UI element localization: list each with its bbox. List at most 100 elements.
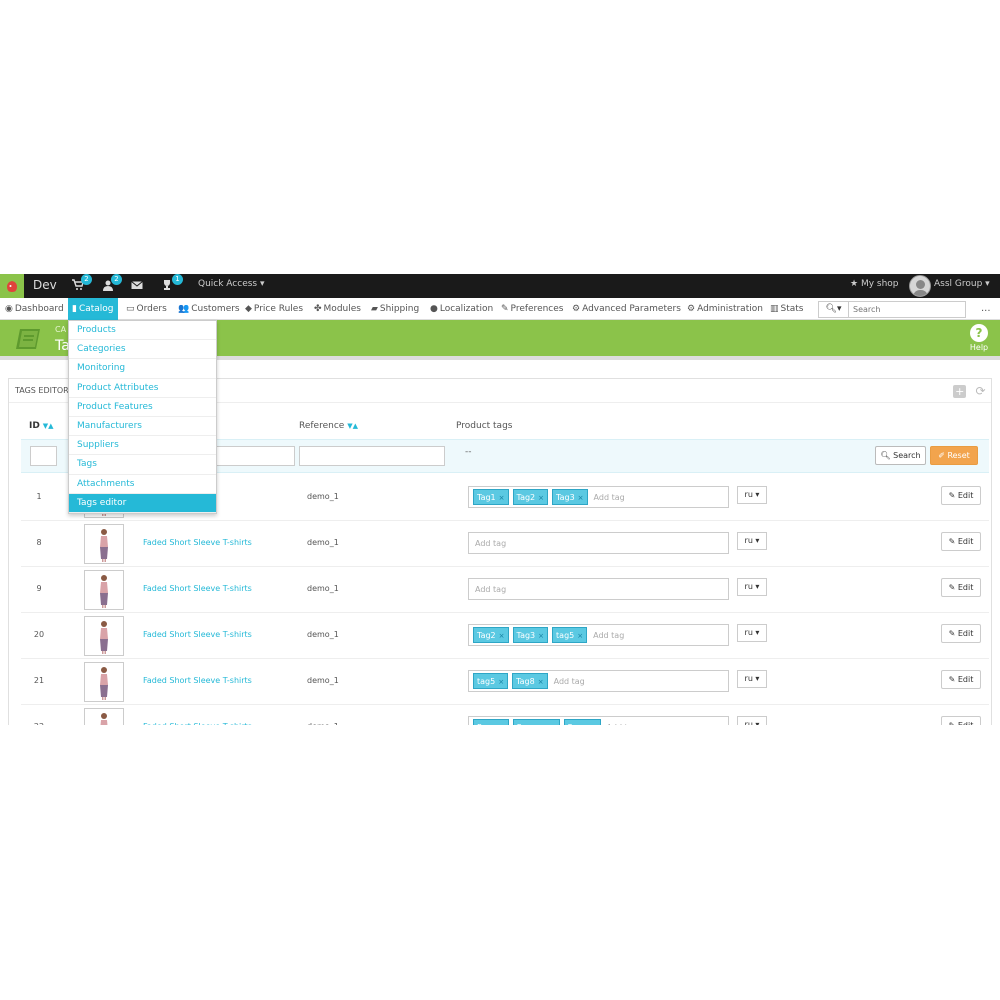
nav-item-dashboard[interactable]: ◉ Dashboard bbox=[5, 298, 64, 320]
product-thumbnail[interactable] bbox=[84, 524, 124, 564]
remove-tag-icon[interactable]: × bbox=[538, 632, 544, 640]
menu-item-tags[interactable]: Tags bbox=[69, 455, 216, 475]
remove-tag-icon[interactable]: × bbox=[498, 678, 504, 686]
product-thumbnail[interactable] bbox=[84, 570, 124, 610]
remove-tag-icon[interactable]: × bbox=[499, 724, 505, 725]
tags-input[interactable]: Tag2 × Tag3 × tag5 × Add tag bbox=[468, 624, 729, 646]
menu-item-attachments[interactable]: Attachments bbox=[69, 475, 216, 494]
add-tag-placeholder[interactable]: Add tag bbox=[554, 677, 585, 686]
remove-tag-icon[interactable]: × bbox=[499, 494, 505, 502]
product-thumbnail[interactable] bbox=[84, 708, 124, 725]
product-reference: demo_1 bbox=[307, 492, 339, 501]
tags-input[interactable]: Add tag bbox=[468, 532, 729, 554]
sort-icon[interactable]: ▼▲ bbox=[347, 422, 358, 430]
column-reference[interactable]: Reference ▼▲ bbox=[299, 421, 358, 431]
search-type-button[interactable]: 🔍︎▾ bbox=[819, 302, 849, 317]
refresh-icon[interactable]: ⟳ bbox=[974, 385, 987, 398]
add-tag-placeholder[interactable]: Add tag bbox=[593, 631, 624, 640]
nav-item-orders[interactable]: ▭ Orders bbox=[126, 298, 167, 320]
logo[interactable] bbox=[0, 274, 24, 298]
product-name-link[interactable]: Faded Short Sleeve T-shirts bbox=[143, 722, 252, 725]
reference-filter-input[interactable] bbox=[299, 446, 445, 466]
messages-notification[interactable] bbox=[131, 279, 147, 293]
customers-notification[interactable]: 2 bbox=[102, 274, 122, 293]
remove-tag-icon[interactable]: × bbox=[577, 632, 583, 640]
orders-notification[interactable]: 2 bbox=[72, 274, 92, 293]
edit-button[interactable]: ✎ Edit bbox=[941, 532, 981, 551]
breadcrumb: CA bbox=[55, 325, 67, 334]
shop-name[interactable]: Dev bbox=[33, 278, 57, 292]
remove-tag-icon[interactable]: × bbox=[578, 494, 584, 502]
language-select[interactable]: ru ▾ bbox=[737, 716, 767, 725]
product-thumbnail[interactable] bbox=[84, 616, 124, 656]
menu-item-manufacturers[interactable]: Manufacturers bbox=[69, 417, 216, 437]
panel-title: TAGS EDITOR bbox=[15, 386, 69, 395]
nav-item-price-rules[interactable]: ◆ Price Rules bbox=[245, 298, 303, 320]
remove-tag-icon[interactable]: × bbox=[591, 724, 597, 725]
edit-button[interactable]: ✎ Edit bbox=[941, 670, 981, 689]
language-select[interactable]: ru ▾ bbox=[737, 624, 767, 642]
product-thumbnail[interactable] bbox=[84, 662, 124, 702]
plus-icon[interactable]: + bbox=[953, 385, 967, 398]
nav-label: Catalog bbox=[78, 304, 114, 314]
remove-tag-icon[interactable]: × bbox=[550, 724, 556, 725]
language-select[interactable]: ru ▾ bbox=[737, 532, 767, 550]
tags-input[interactable]: Раза×Размер×Разм×Add tag bbox=[468, 716, 729, 725]
truck-icon: ▰ bbox=[371, 304, 378, 314]
add-tag-placeholder[interactable]: Add tag bbox=[475, 539, 506, 548]
tags-input[interactable]: Add tag bbox=[468, 578, 729, 600]
nav-item-advanced-parameters[interactable]: ⚙ Advanced Parameters bbox=[572, 298, 681, 320]
add-tag-placeholder[interactable]: Add tag bbox=[607, 723, 638, 725]
tags-input[interactable]: Tag1 × Tag2 × Tag3 × Add tag bbox=[468, 486, 729, 508]
my-shop-link[interactable]: ★ My shop bbox=[850, 279, 899, 289]
tags-input[interactable]: tag5 × Tag8 × Add tag bbox=[468, 670, 729, 692]
nav-item-administration[interactable]: ⚙ Administration bbox=[687, 298, 763, 320]
trophy-notification[interactable]: 1 bbox=[161, 274, 183, 293]
edit-button[interactable]: ✎ Edit bbox=[941, 578, 981, 597]
product-name-link[interactable]: Faded Short Sleeve T-shirts bbox=[143, 584, 252, 593]
remove-tag-icon[interactable]: × bbox=[538, 494, 544, 502]
nav-item-catalog[interactable]: ▮ Catalog bbox=[68, 298, 118, 320]
menu-item-product-attributes[interactable]: Product Attributes bbox=[69, 379, 216, 398]
product-name-link[interactable]: Faded Short Sleeve T-shirts bbox=[143, 630, 252, 639]
remove-tag-icon[interactable]: × bbox=[538, 678, 544, 686]
product-reference: demo_1 bbox=[307, 630, 339, 639]
add-tag-placeholder[interactable]: Add tag bbox=[594, 493, 625, 502]
tag-chip: tag5 × bbox=[552, 627, 588, 643]
nav-item-shipping[interactable]: ▰ Shipping bbox=[371, 298, 419, 320]
edit-button[interactable]: ✎ Edit bbox=[941, 716, 981, 725]
help-button[interactable]: ? Help bbox=[968, 324, 990, 352]
language-select[interactable]: ru ▾ bbox=[737, 578, 767, 596]
nav-item-preferences[interactable]: ✎ Preferences bbox=[501, 298, 563, 320]
search-button[interactable]: 🔍︎ Search bbox=[875, 446, 926, 465]
quick-access-menu[interactable]: Quick Access ▾ bbox=[198, 279, 265, 289]
menu-item-tags-editor[interactable]: Tags editor bbox=[69, 493, 216, 513]
product-name-link[interactable]: Faded Short Sleeve T-shirts bbox=[143, 676, 252, 685]
more-menu-button[interactable]: ... bbox=[981, 298, 991, 320]
language-select[interactable]: ru ▾ bbox=[737, 670, 767, 688]
edit-button[interactable]: ✎ Edit bbox=[941, 486, 981, 505]
menu-item-categories[interactable]: Categories bbox=[69, 340, 216, 360]
add-tag-placeholder[interactable]: Add tag bbox=[475, 585, 506, 594]
search-input[interactable] bbox=[853, 302, 963, 317]
nav-item-stats[interactable]: ▥ Stats bbox=[770, 298, 804, 320]
table-row: 22Faded Short Sleeve T-shirtsdemo_1Раза×… bbox=[21, 705, 989, 725]
nav-item-modules[interactable]: ✤ Modules bbox=[314, 298, 361, 320]
product-name-link[interactable]: Faded Short Sleeve T-shirts bbox=[143, 538, 252, 547]
id-filter-input[interactable] bbox=[30, 446, 57, 466]
remove-tag-icon[interactable]: × bbox=[499, 632, 505, 640]
edit-button[interactable]: ✎ Edit bbox=[941, 624, 981, 643]
nav-item-localization[interactable]: ● Localization bbox=[430, 298, 493, 320]
menu-item-product-features[interactable]: Product Features bbox=[69, 398, 216, 417]
account-menu[interactable]: Assl Group ▾ bbox=[934, 279, 990, 289]
reset-button[interactable]: ✐ Reset bbox=[930, 446, 978, 465]
menu-item-products[interactable]: Products bbox=[69, 321, 216, 341]
avatar[interactable] bbox=[909, 275, 931, 297]
nav-item-customers[interactable]: 👥 Customers bbox=[178, 298, 240, 320]
menu-item-suppliers[interactable]: Suppliers bbox=[69, 436, 216, 456]
column-id[interactable]: ID ▼▲ bbox=[29, 421, 53, 431]
sort-icon[interactable]: ▼▲ bbox=[43, 422, 54, 430]
pencil-icon: ✎ bbox=[948, 675, 958, 684]
language-select[interactable]: ru ▾ bbox=[737, 486, 767, 504]
menu-item-monitoring[interactable]: Monitoring bbox=[69, 359, 216, 379]
